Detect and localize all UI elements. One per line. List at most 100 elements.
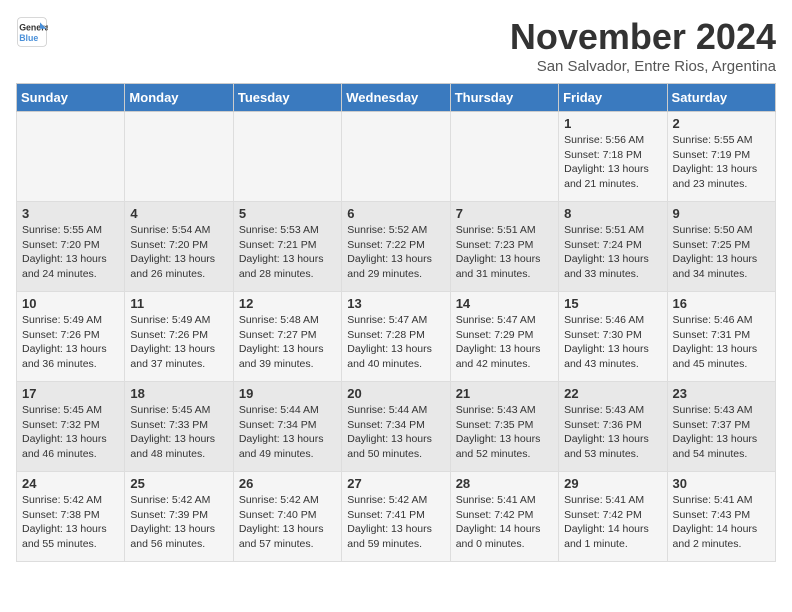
day-info: Sunrise: 5:52 AM Sunset: 7:22 PM Dayligh… [347,223,444,282]
day-cell: 19 Sunrise: 5:44 AM Sunset: 7:34 PM Dayli… [233,382,341,472]
day-number: 29 [564,476,661,491]
day-number: 6 [347,206,444,221]
day-number: 3 [22,206,119,221]
day-info: Sunrise: 5:42 AM Sunset: 7:39 PM Dayligh… [130,493,227,552]
day-info: Sunrise: 5:55 AM Sunset: 7:20 PM Dayligh… [22,223,119,282]
day-info: Sunrise: 5:41 AM Sunset: 7:42 PM Dayligh… [564,493,661,552]
day-cell: 27 Sunrise: 5:42 AM Sunset: 7:41 PM Dayli… [342,472,450,562]
day-cell: 20Sunrise: 5:44 AM Sunset: 7:34 PM Dayli… [342,382,450,472]
day-info: Sunrise: 5:43 AM Sunset: 7:37 PM Dayligh… [673,403,770,462]
header-friday: Friday [559,84,667,112]
day-number: 7 [456,206,553,221]
day-info: Sunrise: 5:55 AM Sunset: 7:19 PM Dayligh… [673,133,770,192]
day-info: Sunrise: 5:43 AM Sunset: 7:35 PM Dayligh… [456,403,553,462]
day-cell: 2 Sunrise: 5:55 AM Sunset: 7:19 PM Daylig… [667,112,775,202]
day-cell: 6 Sunrise: 5:52 AM Sunset: 7:22 PM Daylig… [342,202,450,292]
day-info: Sunrise: 5:49 AM Sunset: 7:26 PM Dayligh… [130,313,227,372]
day-number: 2 [673,116,770,131]
day-cell: 11 Sunrise: 5:49 AM Sunset: 7:26 PM Dayli… [125,292,233,382]
day-info: Sunrise: 5:42 AM Sunset: 7:38 PM Dayligh… [22,493,119,552]
day-info: Sunrise: 5:41 AM Sunset: 7:43 PM Dayligh… [673,493,770,552]
header-tuesday: Tuesday [233,84,341,112]
day-info: Sunrise: 5:50 AM Sunset: 7:25 PM Dayligh… [673,223,770,282]
day-cell [233,112,341,202]
week-row-1: 1 Sunrise: 5:56 AM Sunset: 7:18 PM Daylig… [17,112,776,202]
day-info: Sunrise: 5:43 AM Sunset: 7:36 PM Dayligh… [564,403,661,462]
day-cell: 30 Sunrise: 5:41 AM Sunset: 7:43 PM Dayli… [667,472,775,562]
day-number: 27 [347,476,444,491]
day-cell: 16 Sunrise: 5:46 AM Sunset: 7:31 PM Dayli… [667,292,775,382]
day-number: 9 [673,206,770,221]
day-cell: 14 Sunrise: 5:47 AM Sunset: 7:29 PM Dayli… [450,292,558,382]
day-cell: 10 Sunrise: 5:49 AM Sunset: 7:26 PM Dayli… [17,292,125,382]
day-number: 15 [564,296,661,311]
day-cell [125,112,233,202]
day-number: 10 [22,296,119,311]
day-number: 28 [456,476,553,491]
day-number: 14 [456,296,553,311]
week-row-2: 3 Sunrise: 5:55 AM Sunset: 7:20 PM Daylig… [17,202,776,292]
day-cell [17,112,125,202]
header-monday: Monday [125,84,233,112]
day-number: 11 [130,296,227,311]
day-cell: 1 Sunrise: 5:56 AM Sunset: 7:18 PM Daylig… [559,112,667,202]
logo: General Blue [16,16,48,48]
day-cell: 29 Sunrise: 5:41 AM Sunset: 7:42 PM Dayli… [559,472,667,562]
day-info: Sunrise: 5:47 AM Sunset: 7:28 PM Dayligh… [347,313,444,372]
day-info: Sunrise: 5:42 AM Sunset: 7:40 PM Dayligh… [239,493,336,552]
header-saturday: Saturday [667,84,775,112]
day-info: Sunrise: 5:47 AM Sunset: 7:29 PM Dayligh… [456,313,553,372]
header-sunday: Sunday [17,84,125,112]
page-title: November 2024 [510,16,776,58]
day-cell: 24 Sunrise: 5:42 AM Sunset: 7:38 PM Dayli… [17,472,125,562]
day-number: 5 [239,206,336,221]
day-cell: 21 Sunrise: 5:43 AM Sunset: 7:35 PM Dayli… [450,382,558,472]
day-cell: 13 Sunrise: 5:47 AM Sunset: 7:28 PM Dayli… [342,292,450,382]
day-number: 22 [564,386,661,401]
day-info: Sunrise: 5:53 AM Sunset: 7:21 PM Dayligh… [239,223,336,282]
day-cell: 12Sunrise: 5:48 AM Sunset: 7:27 PM Dayli… [233,292,341,382]
day-info: Sunrise: 5:51 AM Sunset: 7:24 PM Dayligh… [564,223,661,282]
day-number: 25 [130,476,227,491]
day-info: Sunrise: 5:54 AM Sunset: 7:20 PM Dayligh… [130,223,227,282]
day-number: 24 [22,476,119,491]
day-number: 19 [239,386,336,401]
day-number: 16 [673,296,770,311]
day-cell: 7 Sunrise: 5:51 AM Sunset: 7:23 PM Daylig… [450,202,558,292]
calendar-table: SundayMondayTuesdayWednesdayThursdayFrid… [16,83,776,562]
week-row-3: 10 Sunrise: 5:49 AM Sunset: 7:26 PM Dayli… [17,292,776,382]
day-number: 30 [673,476,770,491]
day-cell: 8 Sunrise: 5:51 AM Sunset: 7:24 PM Daylig… [559,202,667,292]
page-header: General Blue November 2024 San Salvador,… [16,16,776,75]
day-number: 18 [130,386,227,401]
day-cell: 18 Sunrise: 5:45 AM Sunset: 7:33 PM Dayli… [125,382,233,472]
day-info: Sunrise: 5:46 AM Sunset: 7:31 PM Dayligh… [673,313,770,372]
header-thursday: Thursday [450,84,558,112]
day-info: Sunrise: 5:42 AM Sunset: 7:41 PM Dayligh… [347,493,444,552]
svg-text:Blue: Blue [19,33,38,43]
day-number: 8 [564,206,661,221]
day-cell: 22 Sunrise: 5:43 AM Sunset: 7:36 PM Dayli… [559,382,667,472]
day-number: 4 [130,206,227,221]
day-info: Sunrise: 5:45 AM Sunset: 7:33 PM Dayligh… [130,403,227,462]
day-info: Sunrise: 5:56 AM Sunset: 7:18 PM Dayligh… [564,133,661,192]
day-cell: 25 Sunrise: 5:42 AM Sunset: 7:39 PM Dayli… [125,472,233,562]
day-cell: 5 Sunrise: 5:53 AM Sunset: 7:21 PM Daylig… [233,202,341,292]
header-wednesday: Wednesday [342,84,450,112]
day-cell [450,112,558,202]
day-info: Sunrise: 5:44 AM Sunset: 7:34 PM Dayligh… [239,403,336,462]
title-block: November 2024 San Salvador, Entre Rios, … [510,16,776,75]
day-number: 26 [239,476,336,491]
day-number: 20 [347,386,444,401]
day-number: 13 [347,296,444,311]
day-info: Sunrise: 5:51 AM Sunset: 7:23 PM Dayligh… [456,223,553,282]
day-cell: 3 Sunrise: 5:55 AM Sunset: 7:20 PM Daylig… [17,202,125,292]
day-cell: 28Sunrise: 5:41 AM Sunset: 7:42 PM Dayli… [450,472,558,562]
day-cell: 4 Sunrise: 5:54 AM Sunset: 7:20 PM Daylig… [125,202,233,292]
day-number: 12 [239,296,336,311]
day-number: 1 [564,116,661,131]
day-number: 17 [22,386,119,401]
day-info: Sunrise: 5:49 AM Sunset: 7:26 PM Dayligh… [22,313,119,372]
day-cell: 23Sunrise: 5:43 AM Sunset: 7:37 PM Dayli… [667,382,775,472]
day-number: 21 [456,386,553,401]
